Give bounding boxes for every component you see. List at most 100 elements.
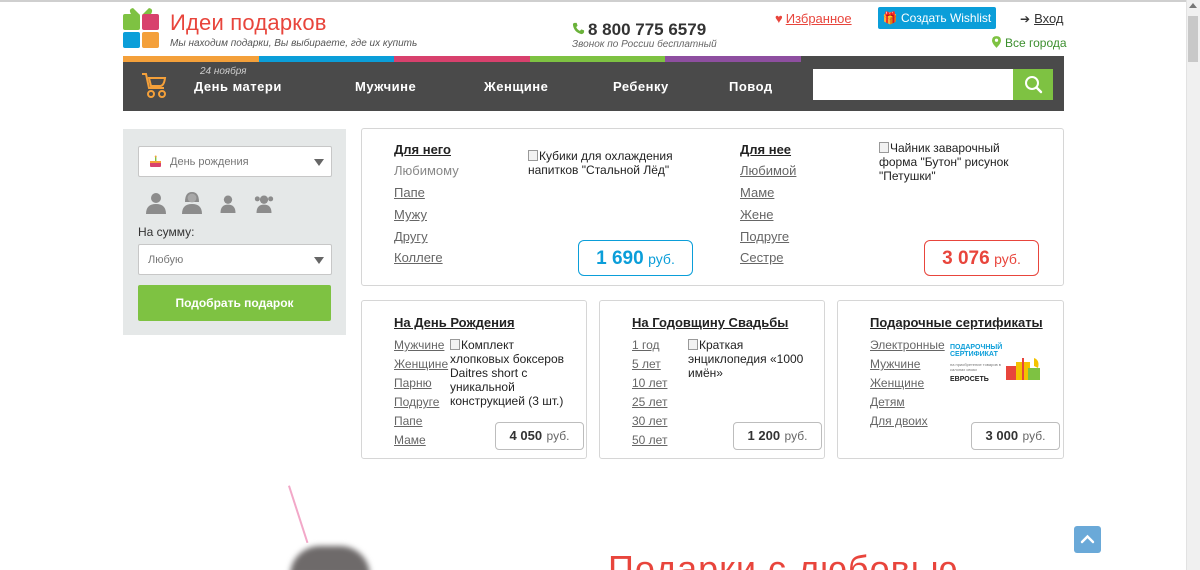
birthday-link-men[interactable]: Мужчине	[394, 338, 444, 352]
certificates-price-currency: руб.	[1022, 429, 1046, 443]
certificates-price-value: 3 000	[985, 428, 1019, 443]
anniversary-link-30[interactable]: 30 лет	[632, 414, 667, 428]
anniversary-link-5[interactable]: 5 лет	[632, 357, 661, 371]
certificates-link-couple[interactable]: Для двоих	[870, 414, 928, 428]
for-him-link-husband[interactable]: Мужу	[394, 207, 427, 222]
for-him-price-value: 1 690	[596, 248, 644, 269]
for-him-product-image[interactable]: Кубики для охлаждения напитков "Стальной…	[528, 149, 676, 177]
wishlist-label: Создать Wishlist	[901, 11, 992, 25]
banner-heading: Подарки с любовью	[608, 548, 959, 570]
anniversary-link-25[interactable]: 25 лет	[632, 395, 667, 409]
anniversary-price[interactable]: 1 200 руб.	[733, 422, 822, 450]
pick-gift-button[interactable]: Подобрать подарок	[138, 285, 331, 321]
birthday-link-girlfriend[interactable]: Подруге	[394, 395, 439, 409]
login-link[interactable]: ➔ Вход	[1020, 11, 1063, 26]
woman-icon[interactable]	[180, 190, 204, 214]
page-scrollbar[interactable]	[1186, 0, 1200, 570]
for-him-price[interactable]: 1 690 руб.	[578, 240, 693, 276]
girl-icon[interactable]	[253, 193, 275, 213]
chevron-down-icon	[314, 257, 324, 264]
sum-select[interactable]: Любую	[138, 244, 332, 275]
birthday-link-women[interactable]: Женщине	[394, 357, 448, 371]
certificate-image-title: ПОДАРОЧНЫЙ СЕРТИФИКАТ	[950, 344, 1003, 358]
for-her-title[interactable]: Для нее	[740, 142, 791, 157]
for-her-link-beloved[interactable]: Любимой	[740, 163, 796, 178]
certificate-image-note: на приобретение товаров в салонах связи	[950, 362, 1001, 372]
for-him-link-colleague[interactable]: Коллеге	[394, 250, 443, 265]
birthday-link-dad[interactable]: Папе	[394, 414, 422, 428]
for-her-product-image[interactable]: Чайник заварочный форма "Бутон" рисунок …	[879, 141, 1009, 183]
for-her-price-value: 3 076	[942, 248, 990, 269]
chevron-down-icon	[314, 159, 324, 166]
for-her-link-mom[interactable]: Маме	[740, 185, 774, 200]
broken-image-icon	[688, 339, 698, 350]
nav-item-child[interactable]: Ребенку	[613, 79, 669, 94]
for-her-price[interactable]: 3 076 руб.	[924, 240, 1039, 276]
sum-value: Любую	[148, 254, 184, 266]
certificate-image-brand: ЕВРОСЕТЬ	[950, 376, 989, 383]
favorites-link[interactable]: ♥ Избранное	[775, 11, 852, 26]
city-selector[interactable]: Все города	[992, 36, 1067, 50]
search-button[interactable]	[1013, 69, 1053, 100]
nav-item-occasion[interactable]: Повод	[729, 79, 773, 94]
boy-icon[interactable]	[218, 193, 238, 213]
birthday-link-boyfriend[interactable]: Парню	[394, 376, 432, 390]
for-him-link-friend[interactable]: Другу	[394, 229, 428, 244]
occasion-select[interactable]: День рождения	[138, 146, 332, 177]
for-her-link-sister[interactable]: Сестре	[740, 250, 784, 265]
search-input[interactable]	[813, 69, 1013, 100]
birthday-link-mom[interactable]: Маме	[394, 433, 426, 447]
anniversary-link-10[interactable]: 10 лет	[632, 376, 667, 390]
for-her-price-currency: руб.	[994, 251, 1021, 267]
certificates-link-electronic[interactable]: Электронные	[870, 338, 945, 352]
man-icon[interactable]	[144, 190, 168, 214]
page: Идеи подарков Мы находим подарки, Вы выб…	[0, 0, 1200, 570]
logo-title[interactable]: Идеи подарков	[170, 10, 327, 36]
broken-image-icon	[879, 142, 889, 153]
anniversary-link-50[interactable]: 50 лет	[632, 433, 667, 447]
for-him-link-dad[interactable]: Папе	[394, 185, 425, 200]
certificates-link-kids[interactable]: Детям	[870, 395, 905, 409]
top-border	[0, 0, 1186, 2]
birthday-title[interactable]: На День Рождения	[394, 315, 515, 330]
certificates-title[interactable]: Подарочные сертификаты	[870, 315, 1043, 330]
for-her-link-girlfriend[interactable]: Подруге	[740, 229, 789, 244]
login-label: Вход	[1034, 11, 1064, 26]
birthday-product-image[interactable]: Комплект хлопковых боксеров Daitres shor…	[450, 338, 574, 408]
map-pin-icon	[992, 36, 1001, 48]
for-him-title[interactable]: Для него	[394, 142, 451, 157]
nav-item-men[interactable]: Мужчине	[355, 79, 416, 94]
gift-boxes-icon	[1006, 358, 1040, 380]
nav-item-women[interactable]: Женщине	[484, 79, 548, 94]
sum-label: На сумму:	[138, 225, 195, 239]
for-him-product-alt: Кубики для охлаждения напитков "Стальной…	[528, 149, 673, 177]
birthday-price[interactable]: 4 050 руб.	[495, 422, 584, 450]
banner-cat-image	[290, 546, 370, 570]
certificates-link-women[interactable]: Женщине	[870, 376, 924, 390]
birthday-price-value: 4 050	[509, 428, 543, 443]
for-her-link-wife[interactable]: Жене	[740, 207, 773, 222]
phone-number: 8 800 775 6579	[572, 20, 706, 40]
certificate-image[interactable]: ПОДАРОЧНЫЙ СЕРТИФИКАТ на приобретение то…	[950, 344, 1046, 390]
anniversary-title[interactable]: На Годовщину Свадьбы	[632, 315, 788, 330]
cake-icon	[150, 155, 161, 167]
birthday-product-alt: Комплект хлопковых боксеров Daitres shor…	[450, 338, 565, 408]
scrollbar-thumb[interactable]	[1188, 16, 1198, 62]
nav-item-mothers-day[interactable]: День матери	[194, 79, 282, 94]
scroll-to-top-button[interactable]	[1074, 526, 1101, 553]
anniversary-price-value: 1 200	[747, 428, 781, 443]
broken-image-icon	[528, 150, 538, 161]
favorites-label: Избранное	[785, 11, 852, 26]
anniversary-product-image[interactable]: Краткая энциклопедия «1000 имён»	[688, 338, 808, 380]
certificates-price[interactable]: 3 000 руб.	[971, 422, 1060, 450]
for-him-price-currency: руб.	[648, 251, 675, 267]
sign-in-icon: ➔	[1020, 12, 1031, 26]
chevron-up-icon	[1080, 534, 1095, 544]
gift-logo-icon[interactable]	[123, 6, 159, 48]
for-him-link-beloved[interactable]: Любимому	[394, 163, 459, 178]
scroll-up-arrow-icon[interactable]	[1189, 3, 1197, 8]
create-wishlist-button[interactable]: 🎁 Создать Wishlist	[878, 7, 996, 29]
anniversary-link-1[interactable]: 1 год	[632, 338, 660, 352]
birthday-price-currency: руб.	[546, 429, 570, 443]
certificates-link-men[interactable]: Мужчине	[870, 357, 920, 371]
